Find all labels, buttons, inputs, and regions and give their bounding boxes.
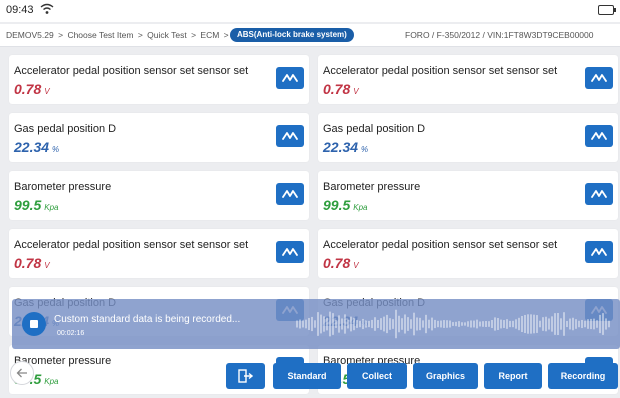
stop-icon xyxy=(30,320,38,328)
exit-button[interactable] xyxy=(226,363,265,389)
status-time: 09:43 xyxy=(6,4,34,16)
recording-overlay: Custom standard data is being recorded..… xyxy=(12,299,620,349)
bottom-toolbar: Standard Collect Graphics Report Recordi… xyxy=(0,361,620,398)
exit-door-icon xyxy=(238,369,253,383)
data-item-value: 0.78 V xyxy=(14,255,50,271)
data-item-label: Accelerator pedal position sensor set se… xyxy=(323,239,558,251)
audio-waveform xyxy=(296,309,610,339)
value-unit: V xyxy=(44,87,50,96)
recording-message: Custom standard data is being recorded..… xyxy=(54,314,241,325)
graph-button[interactable] xyxy=(276,125,304,147)
graph-button[interactable] xyxy=(585,183,613,205)
data-item-value: 22.34% xyxy=(14,139,59,155)
breadcrumb-path: DEMOV5.29 > Choose Test Item > Quick Tes… xyxy=(6,30,231,40)
recording-elapsed: 00:02:16 xyxy=(57,330,85,337)
value-number: 99.5 xyxy=(323,197,351,213)
breadcrumb-item[interactable]: Quick Test xyxy=(147,30,187,40)
value-unit: V xyxy=(44,261,50,270)
data-item-label: Accelerator pedal position sensor set se… xyxy=(14,239,249,251)
data-item-card: Barometer pressure 99.5Kpa xyxy=(9,171,309,220)
value-unit: Kpa xyxy=(44,203,59,212)
breadcrumb-separator: > xyxy=(58,30,64,40)
data-item-label: Barometer pressure xyxy=(14,181,112,193)
data-item-label: Gas pedal position D xyxy=(14,123,117,135)
breadcrumb-separator: > xyxy=(137,30,143,40)
value-number: 0.78 xyxy=(323,255,351,271)
data-item-card: Gas pedal position D 22.34% xyxy=(9,113,309,162)
value-number: 22.34 xyxy=(323,139,359,155)
breadcrumb-item[interactable]: DEMOV5.29 xyxy=(6,30,54,40)
graph-button[interactable] xyxy=(585,67,613,89)
data-item-value: 0.78 V xyxy=(323,255,359,271)
graphics-button[interactable]: Graphics xyxy=(413,363,478,389)
data-item-value: 22.34% xyxy=(323,139,368,155)
value-number: 0.78 xyxy=(14,255,42,271)
graph-button[interactable] xyxy=(276,241,304,263)
data-item-label: Barometer pressure xyxy=(323,181,421,193)
report-button[interactable]: Report xyxy=(484,363,542,389)
graph-button[interactable] xyxy=(276,67,304,89)
value-unit: % xyxy=(361,145,369,154)
vehicle-info: FORO / F-350/2012 / VIN:1FT8W3DT9CEB0000… xyxy=(405,30,594,40)
data-item-value: 0.78 V xyxy=(323,81,359,97)
data-item-label: Accelerator pedal position sensor set se… xyxy=(14,65,249,77)
data-item-card: Barometer pressure 99.5Kpa xyxy=(318,171,618,220)
data-item-value: 99.5Kpa xyxy=(323,197,367,213)
data-item-card: Gas pedal position D 22.34% xyxy=(318,113,618,162)
data-item-card: Accelerator pedal position sensor set se… xyxy=(318,55,618,104)
back-button[interactable] xyxy=(10,361,34,385)
value-unit: Kpa xyxy=(353,203,368,212)
recording-button[interactable]: Recording xyxy=(548,363,618,389)
collect-button[interactable]: Collect xyxy=(347,363,407,389)
data-item-card: Accelerator pedal position sensor set se… xyxy=(9,229,309,278)
breadcrumb-item[interactable]: Choose Test Item xyxy=(67,30,133,40)
wifi-icon xyxy=(40,3,54,14)
status-bar: 09:43 xyxy=(0,0,620,22)
data-item-label: Accelerator pedal position sensor set se… xyxy=(323,65,558,77)
breadcrumb-item[interactable]: ECM xyxy=(200,30,219,40)
value-unit: V xyxy=(353,87,359,96)
data-item-label: Gas pedal position D xyxy=(323,123,426,135)
graph-button[interactable] xyxy=(585,241,613,263)
breadcrumb: DEMOV5.29 > Choose Test Item > Quick Tes… xyxy=(0,24,620,47)
value-unit: V xyxy=(353,261,359,270)
breadcrumb-current: ABS(Anti-lock brake system) xyxy=(230,28,354,42)
battery-icon xyxy=(598,5,616,15)
graph-button[interactable] xyxy=(585,125,613,147)
standard-button[interactable]: Standard xyxy=(273,363,341,389)
value-number: 99.5 xyxy=(14,197,42,213)
data-item-card: Accelerator pedal position sensor set se… xyxy=(9,55,309,104)
breadcrumb-separator: > xyxy=(191,30,197,40)
value-number: 22.34 xyxy=(14,139,50,155)
graph-button[interactable] xyxy=(276,183,304,205)
value-unit: % xyxy=(52,145,60,154)
value-number: 0.78 xyxy=(323,81,351,97)
data-item-card: Accelerator pedal position sensor set se… xyxy=(318,229,618,278)
back-arrow-icon xyxy=(16,368,27,378)
data-item-value: 0.78 V xyxy=(14,81,50,97)
data-item-value: 99.5Kpa xyxy=(14,197,58,213)
stop-recording-button[interactable] xyxy=(22,312,46,336)
breadcrumb-separator: > xyxy=(223,30,229,40)
value-number: 0.78 xyxy=(14,81,42,97)
